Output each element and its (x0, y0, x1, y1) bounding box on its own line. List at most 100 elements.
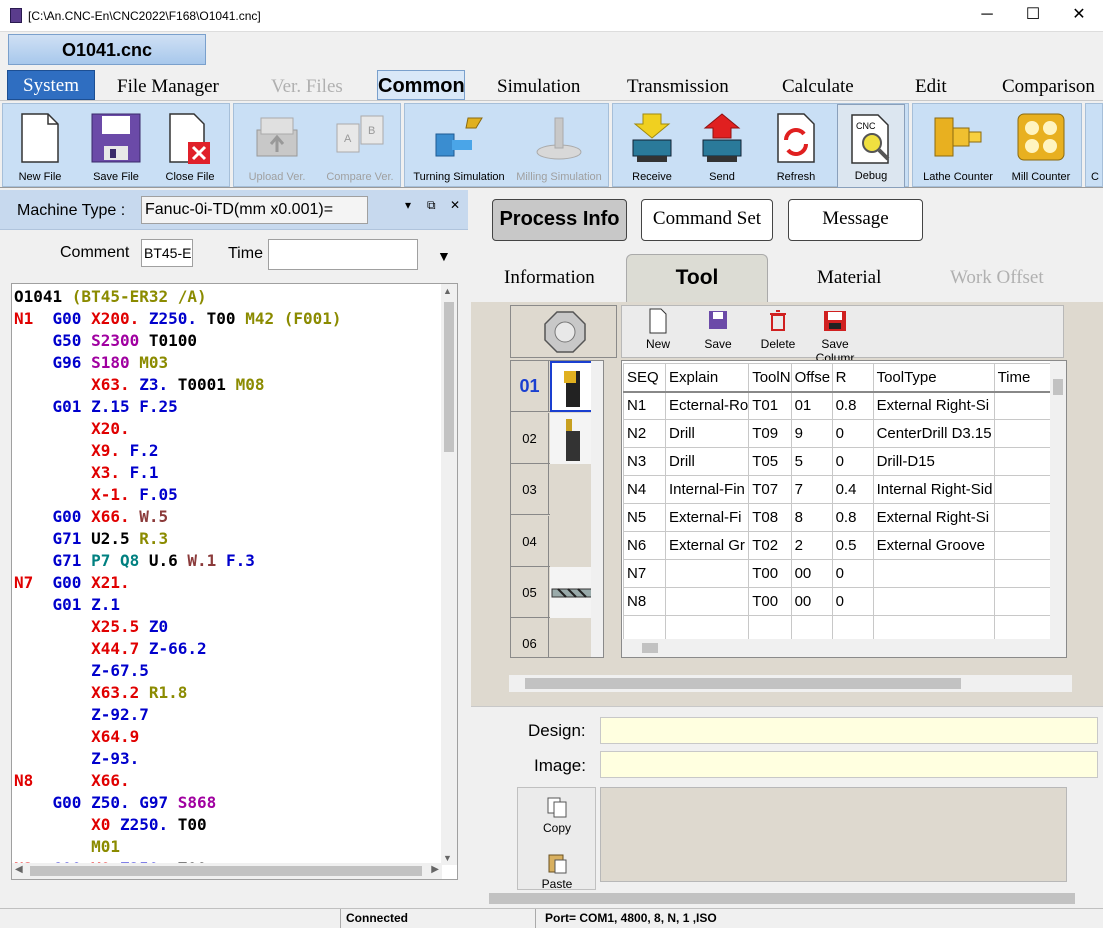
grid-cell[interactable]: Drill (664, 419, 750, 448)
table-row[interactable]: N3 Drill T05 5 0 Drill-D15 (623, 447, 1055, 476)
close-file-button[interactable]: Close File (157, 104, 223, 188)
grid-cell[interactable] (993, 419, 1055, 448)
grid-cell[interactable]: Internal Right-Sid (872, 475, 995, 504)
grid-cell[interactable]: T00 (748, 559, 792, 588)
tool-slot[interactable]: 03 (511, 464, 603, 515)
grid-cell[interactable] (993, 531, 1055, 560)
menu-ver-files[interactable]: Ver. Files (271, 76, 343, 98)
grid-cell[interactable] (993, 587, 1055, 616)
image-field[interactable] (600, 751, 1098, 778)
tool-slot[interactable]: 05 (511, 567, 603, 618)
grid-cell[interactable]: N2 (623, 419, 666, 448)
grid-cell[interactable]: N6 (623, 531, 666, 560)
menu-simulation[interactable]: Simulation (497, 76, 580, 98)
grid-cell[interactable]: N4 (623, 475, 666, 504)
panel-pin-button[interactable]: ▾ (405, 198, 411, 212)
menu-comparison[interactable]: Comparison (1002, 76, 1095, 98)
grid-cell[interactable]: 9 (790, 419, 833, 448)
grid-column-header[interactable]: ToolType (872, 363, 995, 393)
grid-cell[interactable]: N8 (623, 587, 666, 616)
lathe-counter-button[interactable]: Lathe Counter (917, 104, 999, 188)
grid-cell[interactable] (872, 559, 995, 588)
grid-cell[interactable]: 0.5 (831, 531, 874, 560)
grid-hscroll-thumb[interactable] (642, 643, 658, 653)
time-field[interactable] (268, 239, 418, 270)
table-row[interactable]: N5 External-Fi T08 8 0.8 External Right-Si (623, 503, 1055, 532)
process-info-button[interactable]: Process Info (492, 199, 627, 241)
minimize-button[interactable]: ─ (967, 4, 1007, 28)
design-field[interactable] (600, 717, 1098, 744)
grid-cell[interactable]: 0.4 (831, 475, 874, 504)
message-button[interactable]: Message (788, 199, 923, 241)
grid-cell[interactable]: 00 (790, 559, 833, 588)
grid-horizontal-scrollbar[interactable] (622, 639, 1066, 657)
milling-simulation-button[interactable]: Milling Simulation (511, 104, 607, 188)
grid-vertical-scrollbar[interactable] (1050, 361, 1066, 639)
grid-cell[interactable]: External-Fi (664, 503, 750, 532)
upload-ver-button[interactable]: Upload Ver. (244, 104, 310, 188)
table-row[interactable]: N6 External Gr T02 2 0.5 External Groove (623, 531, 1055, 560)
save-file-button[interactable]: Save File (83, 104, 149, 188)
copy-button[interactable]: Copy (532, 796, 582, 835)
menu-common[interactable]: Common (377, 70, 465, 100)
turning-simulation-button[interactable]: Turning Simulation (411, 104, 507, 188)
grid-cell[interactable]: 2 (790, 531, 833, 560)
grid-cell[interactable]: 0 (831, 587, 874, 616)
grid-scroll-thumb[interactable] (1053, 379, 1063, 395)
bottom-hscroll-thumb[interactable] (489, 893, 1075, 904)
save-column-button[interactable]: Save Columr (802, 308, 868, 365)
grid-column-header[interactable]: Offse (790, 363, 833, 393)
nc-code-editor[interactable]: O1041 (BT45-ER32 /A) N1 G00 X200. Z250. T… (11, 283, 458, 880)
code-hscroll-thumb[interactable] (30, 866, 422, 876)
tool-delete-button[interactable]: Delete (756, 308, 800, 351)
grid-cell[interactable]: T05 (748, 447, 792, 476)
mill-counter-button[interactable]: Mill Counter (1003, 104, 1079, 188)
grid-cell[interactable]: T07 (748, 475, 792, 504)
grid-cell[interactable]: T02 (748, 531, 792, 560)
tab-information[interactable]: Information (504, 267, 595, 289)
grid-cell[interactable]: External Right-Si (872, 391, 995, 420)
scroll-left-icon[interactable]: ◀ (15, 864, 23, 875)
grid-cell[interactable]: T08 (748, 503, 792, 532)
table-row[interactable]: N4 Internal-Fin T07 7 0.4 Internal Right-Sid (623, 475, 1055, 504)
grid-cell[interactable] (664, 587, 750, 616)
tool-slot-list[interactable]: 01 02 03 04 05 06 (510, 360, 604, 658)
table-row[interactable]: N7 T00 00 0 (623, 559, 1055, 588)
tool-new-button[interactable]: New (636, 308, 680, 351)
grid-cell[interactable]: T09 (748, 419, 792, 448)
code-vertical-scrollbar[interactable]: ▲ ▼ (441, 284, 457, 865)
file-tab[interactable]: O1041.cnc (8, 34, 206, 65)
table-row[interactable]: N2 Drill T09 9 0 CenterDrill D3.15 (623, 419, 1055, 448)
ribbon-overflow-button[interactable]: C (1086, 104, 1103, 188)
debug-button[interactable]: CNC Debug (837, 104, 905, 188)
refresh-button[interactable]: Refresh (763, 104, 829, 188)
tab-material[interactable]: Material (817, 267, 881, 289)
tool-slot[interactable]: 06 (511, 618, 603, 657)
paste-button[interactable]: Paste (532, 852, 582, 891)
grid-column-header[interactable]: ToolN (748, 363, 792, 393)
compare-ver-button[interactable]: AB Compare Ver. (322, 104, 398, 188)
grid-cell[interactable]: N7 (623, 559, 666, 588)
grid-cell[interactable]: 0 (831, 419, 874, 448)
table-row[interactable]: N8 T00 00 0 (623, 587, 1055, 616)
grid-cell[interactable]: N5 (623, 503, 666, 532)
scroll-down-icon[interactable]: ▼ (443, 853, 452, 863)
grid-cell[interactable]: 0 (831, 559, 874, 588)
tool-slot[interactable]: 02 (511, 413, 603, 464)
grid-cell[interactable] (993, 559, 1055, 588)
close-window-button[interactable]: ✕ (1059, 4, 1099, 28)
grid-cell[interactable] (993, 391, 1055, 420)
menu-transmission[interactable]: Transmission (627, 76, 729, 98)
panel-close-button[interactable]: ✕ (450, 198, 460, 212)
tool-slot[interactable]: 04 (511, 516, 603, 567)
grid-cell[interactable] (664, 559, 750, 588)
menu-calculate[interactable]: Calculate (782, 76, 854, 98)
tool-slot[interactable]: 01 (511, 361, 603, 412)
send-button[interactable]: Send (689, 104, 755, 188)
grid-cell[interactable]: 0 (831, 447, 874, 476)
command-set-button[interactable]: Command Set (641, 199, 773, 241)
grid-cell[interactable] (993, 503, 1055, 532)
menu-system[interactable]: System (7, 70, 95, 100)
grid-cell[interactable]: Internal-Fin (664, 475, 750, 504)
scroll-right-icon[interactable]: ▶ (431, 864, 439, 875)
